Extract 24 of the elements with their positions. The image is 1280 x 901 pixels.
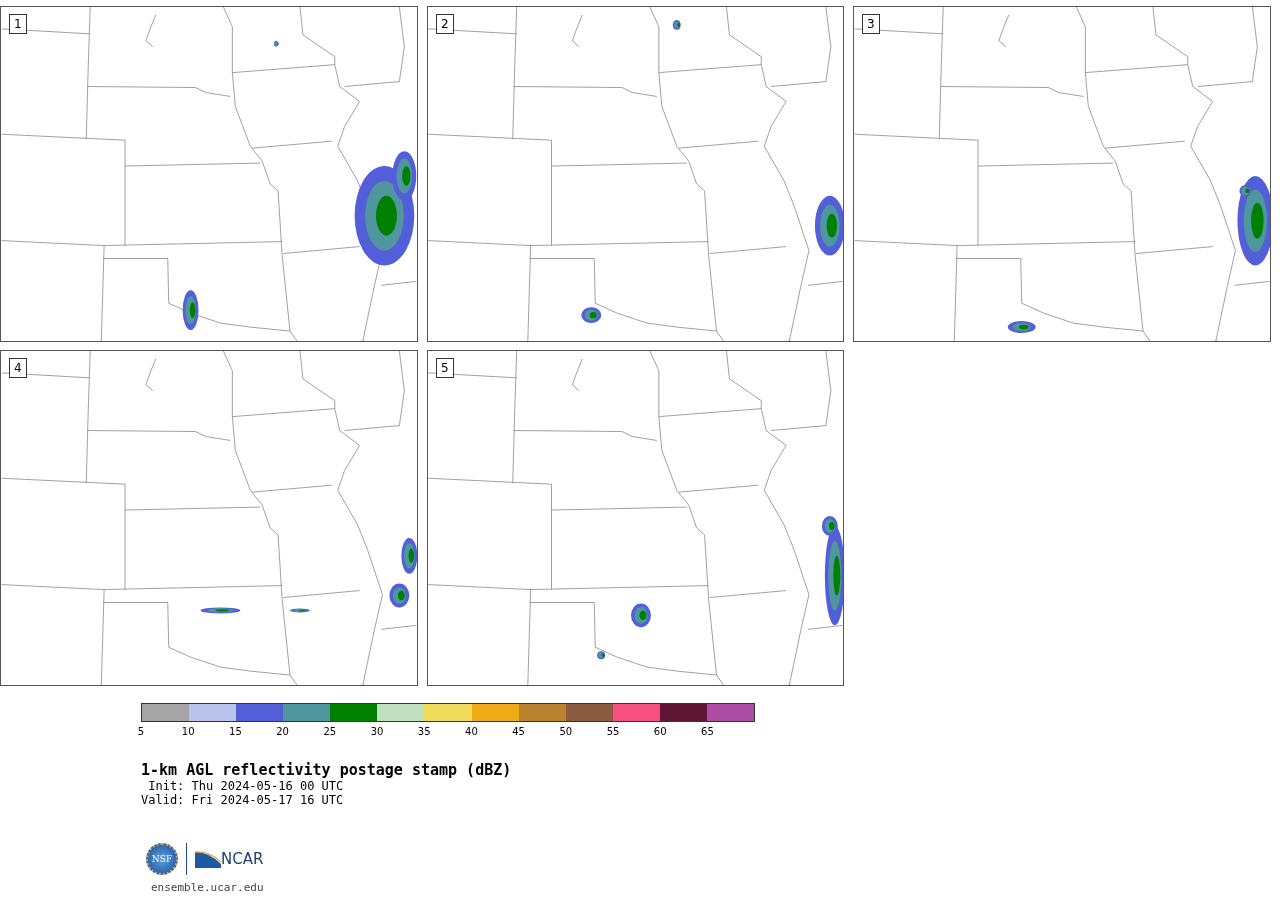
panel-number: 3 [862,14,880,34]
tick-label: 30 [370,726,384,737]
tick-label: 55 [606,726,620,737]
ncar-logo: NCAR [195,850,264,868]
panel-number: 2 [436,14,454,34]
tick-label: 45 [512,726,525,737]
tick-label: 10 [181,726,195,737]
tick-label: 40 [465,726,478,737]
panel-number: 1 [9,14,27,34]
nsf-logo: NSF [146,843,178,875]
website-url: ensemble.ucar.edu [150,881,265,894]
panel-number: 4 [9,358,27,378]
tick-label: 15 [229,726,242,737]
tick-label: 65 [701,726,714,737]
init-time: Init: Thu 2024-05-16 00 UTC [147,779,345,793]
tick-label: 35 [417,726,431,737]
chart-title: 1-km AGL reflectivity postage stamp (dBZ) [141,761,513,779]
tick-label: 5 [137,726,145,737]
tick-label: 25 [323,726,337,737]
tick-label: 60 [653,726,667,737]
tick-label: 50 [559,726,573,737]
tick-label: 20 [276,726,289,737]
valid-time: Valid: Fri 2024-05-17 16 UTC [141,793,345,807]
panel-number: 5 [436,358,454,378]
